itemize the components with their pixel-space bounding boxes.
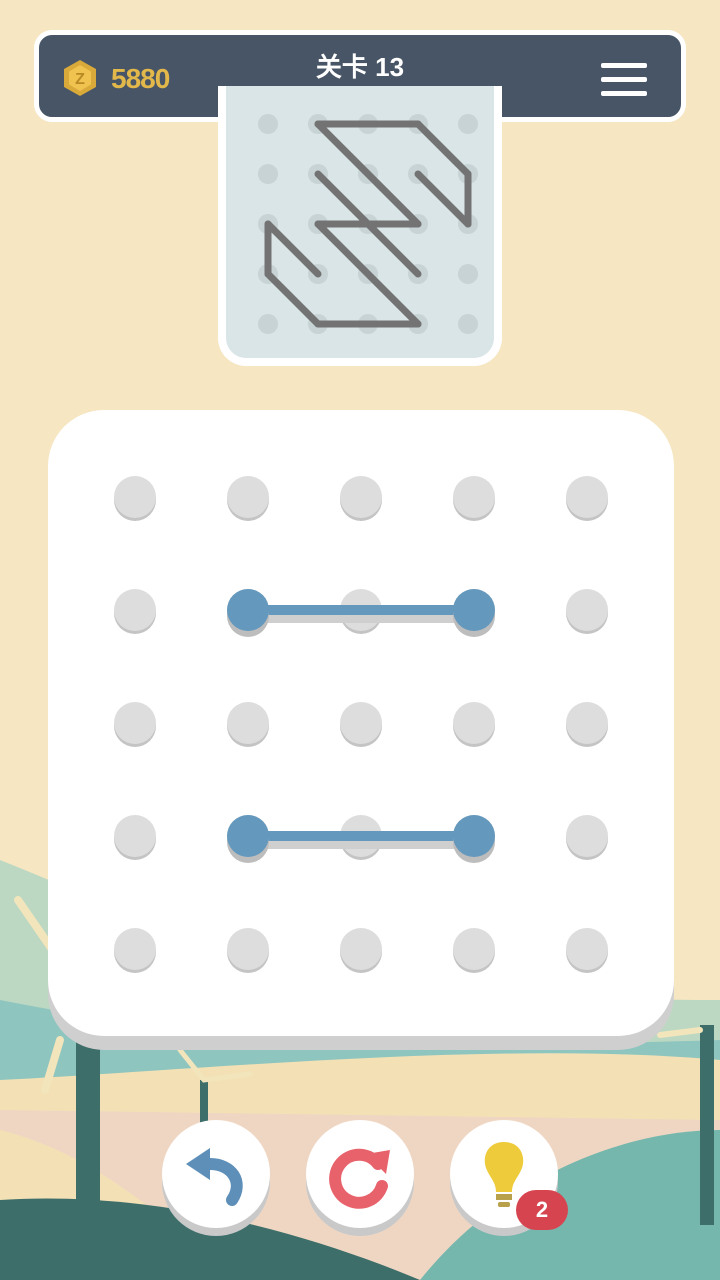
grid-dot[interactable] <box>114 928 156 970</box>
undo-arrow-icon <box>186 1148 243 1206</box>
grid-dot[interactable] <box>340 476 382 518</box>
target-line-segment <box>414 120 472 178</box>
line-endpoint-dot[interactable] <box>227 815 269 857</box>
hint-button[interactable]: 2 <box>450 1120 568 1230</box>
target-line-segment <box>314 120 422 228</box>
puzzle-board <box>48 410 674 1036</box>
grid-dot[interactable] <box>566 702 608 744</box>
grid-dot[interactable] <box>453 702 495 744</box>
grid-dot[interactable] <box>566 928 608 970</box>
grid-dot[interactable] <box>114 476 156 518</box>
line-endpoint-dot[interactable] <box>453 589 495 631</box>
grid-dot[interactable] <box>340 928 382 970</box>
grid-dot[interactable] <box>566 589 608 631</box>
grid-dot[interactable] <box>566 476 608 518</box>
preview-dot <box>258 164 278 184</box>
grid-dot[interactable] <box>114 589 156 631</box>
restart-icon <box>329 1148 390 1209</box>
hamburger-menu-icon[interactable] <box>601 63 647 97</box>
grid-dot[interactable] <box>114 815 156 857</box>
hint-count-badge: 2 <box>516 1190 568 1230</box>
restart-button[interactable] <box>306 1120 414 1228</box>
grid-dot[interactable] <box>227 702 269 744</box>
line-endpoint-dot[interactable] <box>453 815 495 857</box>
target-line-segment <box>414 170 472 228</box>
preview-dot <box>458 114 478 134</box>
preview-dot <box>458 314 478 334</box>
target-pattern-drawing <box>258 114 478 334</box>
preview-dot <box>258 314 278 334</box>
target-line-segment <box>264 270 322 328</box>
grid-dot[interactable] <box>453 928 495 970</box>
target-pattern-preview <box>218 86 502 366</box>
grid-dot[interactable] <box>114 702 156 744</box>
target-line-segment <box>264 220 322 278</box>
target-line-segment <box>314 220 422 328</box>
grid-dot[interactable] <box>227 476 269 518</box>
grid-dot[interactable] <box>340 702 382 744</box>
grid-dot[interactable] <box>227 928 269 970</box>
preview-dot <box>258 114 278 134</box>
preview-dot <box>458 264 478 284</box>
level-title: 关卡 13 <box>315 52 405 82</box>
line-endpoint-dot[interactable] <box>227 589 269 631</box>
dot-grid[interactable] <box>48 410 674 1036</box>
grid-dot[interactable] <box>566 815 608 857</box>
undo-button[interactable] <box>162 1120 270 1228</box>
grid-dot[interactable] <box>453 476 495 518</box>
